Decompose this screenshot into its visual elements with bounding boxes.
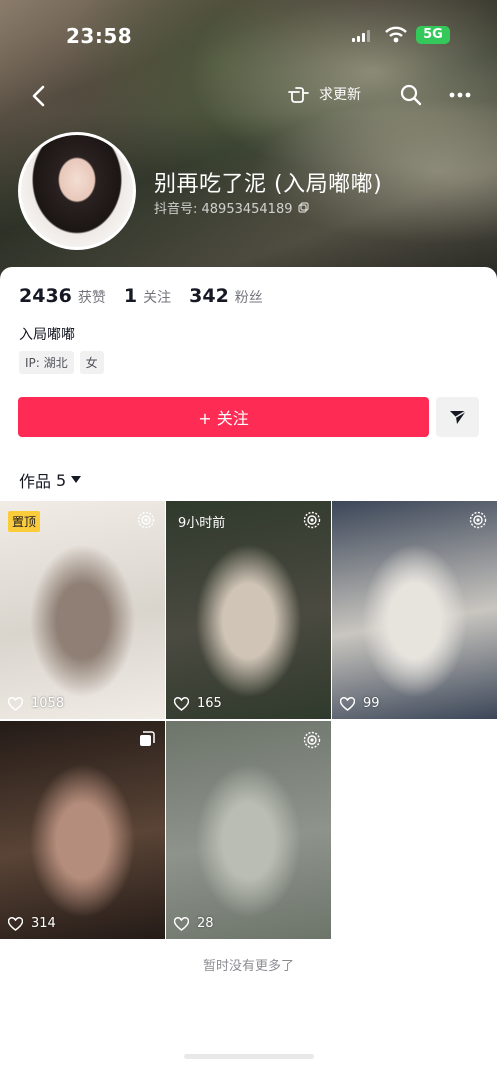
tag-ip-location: IP: 湖北 xyxy=(19,351,74,374)
stat-following-label: 关注 xyxy=(143,290,172,306)
search-icon[interactable] xyxy=(400,84,422,106)
status-bar: 23:58 5G xyxy=(0,24,497,52)
stat-followers[interactable]: 342 粉丝 xyxy=(189,285,263,307)
live-photo-icon xyxy=(303,511,321,529)
home-indicator xyxy=(184,1054,314,1059)
video-thumbnail[interactable]: 314 xyxy=(0,721,165,939)
back-arrow-icon[interactable] xyxy=(26,82,54,110)
profile-stats: 2436 获赞 1 关注 342 粉丝 xyxy=(19,285,263,307)
heart-icon xyxy=(8,916,23,931)
tag-gender: 女 xyxy=(79,351,104,374)
top-nav: 求更新 xyxy=(0,80,497,112)
gallery-icon xyxy=(140,731,155,746)
stat-following-value: 1 xyxy=(123,285,138,307)
live-photo-icon xyxy=(137,511,155,529)
heart-icon xyxy=(174,916,189,931)
follow-label: + 关注 xyxy=(198,409,249,428)
douyin-id-text: 抖音号: 48953454189 xyxy=(154,202,293,217)
clock: 23:58 xyxy=(66,24,133,48)
stat-likes-value: 2436 xyxy=(19,285,72,307)
pinned-badge: 置顶 xyxy=(8,511,41,532)
posted-time-badge: 9小时前 xyxy=(178,516,226,531)
like-count: 1058 xyxy=(8,696,64,711)
profile-card: 2436 获赞 1 关注 342 粉丝 入局嘟嘟 IP: 湖北 女 + 关注 作… xyxy=(0,267,497,1080)
battery-network-badge: 5G xyxy=(416,26,450,44)
caret-down-icon xyxy=(71,476,82,483)
like-count-value: 165 xyxy=(197,696,222,711)
video-thumbnail[interactable]: 9小时前 165 xyxy=(166,501,331,719)
douyin-id[interactable]: 抖音号: 48953454189 xyxy=(154,198,309,217)
avatar[interactable] xyxy=(18,132,136,250)
send-message-icon xyxy=(449,410,466,424)
more-icon[interactable] xyxy=(449,84,471,106)
bio: 入局嘟嘟 xyxy=(19,327,75,343)
live-photo-icon xyxy=(303,731,321,749)
signal-icon xyxy=(352,30,370,42)
request-update-label: 求更新 xyxy=(319,87,361,103)
like-count: 314 xyxy=(8,916,56,931)
like-count-value: 314 xyxy=(31,916,56,931)
like-count-value: 1058 xyxy=(31,696,65,711)
nickname: 别再吃了泥 (入局嘟嘟) xyxy=(154,172,383,197)
stat-likes-label: 获赞 xyxy=(77,290,106,306)
video-thumbnail[interactable]: 28 xyxy=(166,721,331,939)
works-count: 5 xyxy=(56,470,67,490)
copy-icon[interactable] xyxy=(297,202,309,213)
like-count: 28 xyxy=(174,916,214,931)
video-thumbnail[interactable]: 置顶 1058 xyxy=(0,501,165,719)
heart-icon xyxy=(340,696,355,711)
works-tab[interactable]: 作品 5 xyxy=(19,468,82,492)
stat-followers-label: 粉丝 xyxy=(234,290,263,306)
message-button[interactable] xyxy=(436,397,479,437)
works-label: 作品 xyxy=(19,472,52,491)
request-update-button[interactable]: 求更新 xyxy=(287,83,361,105)
wifi-icon xyxy=(385,26,407,43)
like-count: 99 xyxy=(340,696,380,711)
stat-followers-value: 342 xyxy=(189,285,229,307)
stat-likes: 2436 获赞 xyxy=(19,285,106,307)
like-count-value: 99 xyxy=(363,696,380,711)
pointing-hand-icon xyxy=(288,87,309,103)
like-count-value: 28 xyxy=(197,916,214,931)
live-photo-icon xyxy=(469,511,487,529)
profile-tags: IP: 湖北 女 xyxy=(19,351,104,374)
heart-icon xyxy=(174,696,189,711)
stat-following[interactable]: 1 关注 xyxy=(124,285,171,307)
video-thumbnail[interactable]: 99 xyxy=(332,501,497,719)
follow-button[interactable]: + 关注 xyxy=(18,397,429,437)
like-count: 165 xyxy=(174,696,222,711)
heart-icon xyxy=(8,696,23,711)
no-more-content: 暂时没有更多了 xyxy=(202,959,294,974)
